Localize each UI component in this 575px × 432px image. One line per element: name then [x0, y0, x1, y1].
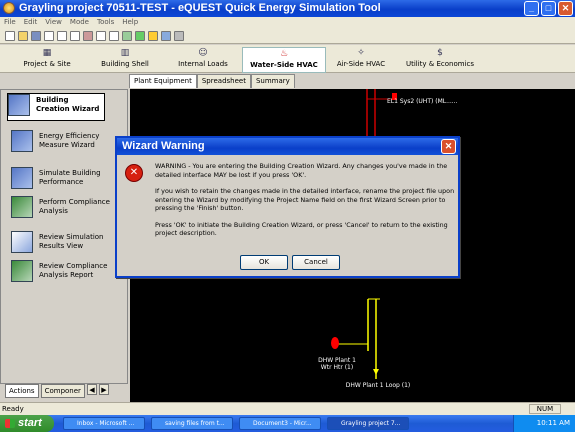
compliance-icon	[11, 196, 33, 218]
run-icon[interactable]	[148, 30, 158, 41]
task-inbox[interactable]: Inbox - Microsoft ...	[63, 417, 145, 430]
retain-changes-text: If you wish to retain the changes made i…	[155, 187, 455, 212]
dhw-loop-label: DHW Plant 1 Loop (1)	[345, 382, 411, 389]
left-panel-header	[0, 73, 128, 89]
actions-panel: Building Creation Wizard Energy Efficien…	[0, 89, 128, 384]
close-button[interactable]: ✕	[558, 1, 573, 16]
menu-view[interactable]: View	[45, 17, 62, 28]
tab-actions[interactable]: Actions	[5, 384, 39, 398]
undo-icon[interactable]	[96, 30, 106, 41]
menu-file[interactable]: File	[4, 17, 16, 28]
window-title: Grayling project 70511-TEST - eQUEST Qui…	[19, 2, 381, 14]
dialog-message: WARNING - You are entering the Building …	[155, 162, 455, 246]
tab-components[interactable]: Componer	[40, 384, 85, 398]
task-grayling-project[interactable]: Grayling project 7...	[327, 417, 409, 430]
wizard-warning-dialog: Wizard Warning ✕ ✕ WARNING - You are ent…	[115, 136, 460, 278]
task-document3[interactable]: Document3 - Micr...	[239, 417, 321, 430]
status-bar: Ready NUM	[0, 402, 575, 415]
title-bar: Grayling project 70511-TEST - eQUEST Qui…	[0, 0, 575, 17]
print-icon[interactable]	[44, 30, 54, 41]
menu-tools[interactable]: Tools	[97, 17, 114, 28]
tab-scroll-left-icon[interactable]: ◀	[86, 384, 97, 395]
dialog-title-bar: Wizard Warning ✕	[117, 138, 458, 155]
3d-view-icon[interactable]	[174, 30, 184, 41]
menu-mode[interactable]: Mode	[70, 17, 89, 28]
start-button[interactable]: start	[0, 415, 54, 432]
air-side-hvac-icon: ✧	[357, 48, 365, 58]
utility-economics-icon: $	[437, 48, 443, 58]
windows-taskbar: start Inbox - Microsoft ... saving files…	[0, 415, 575, 432]
copy-icon[interactable]	[70, 30, 80, 41]
action-building-creation-wizard[interactable]: Building Creation Wizard	[7, 93, 105, 121]
task-saving-files[interactable]: saving files from t...	[151, 417, 233, 430]
project-site-icon: ▦	[42, 48, 52, 58]
save-icon[interactable]	[31, 30, 41, 41]
menu-edit[interactable]: Edit	[24, 17, 38, 28]
dialog-title: Wizard Warning	[122, 140, 205, 152]
internal-loads-icon: ☺	[198, 48, 208, 58]
wizard-icon	[8, 94, 30, 116]
report-icon[interactable]	[161, 30, 171, 41]
action-compliance-analysis[interactable]: Perform Compliance Analysis	[11, 196, 123, 232]
menu-help[interactable]: Help	[122, 17, 138, 28]
water-heater-marker	[331, 337, 339, 349]
left-panel-tabs: Actions Componer ◀ ▶	[0, 384, 128, 398]
module-project-site[interactable]: ▦ Project & Site	[14, 47, 80, 73]
results-icon	[11, 231, 33, 253]
window-controls: _ □ ✕	[524, 1, 573, 16]
module-air-side-hvac[interactable]: ✧ Air-Side HVAC	[330, 47, 392, 73]
tab-summary[interactable]: Summary	[250, 74, 295, 88]
ok-button[interactable]: OK	[240, 255, 288, 270]
tab-plant-equipment[interactable]: Plant Equipment	[129, 74, 197, 88]
toolbar	[0, 28, 575, 44]
action-energy-efficiency-wizard[interactable]: Energy Efficiency Measure Wizard	[11, 130, 123, 166]
flow-arrow-icon	[373, 369, 379, 375]
module-water-side-hvac[interactable]: ♨ Water-Side HVAC	[242, 47, 326, 73]
compliance-report-icon	[11, 260, 33, 282]
simulate-icon	[11, 167, 33, 189]
module-utility-economics[interactable]: $ Utility & Economics	[402, 47, 478, 73]
paste-icon[interactable]	[83, 30, 93, 41]
equest-app-icon	[3, 2, 15, 14]
system-label: EL1 Sys2 (UHT) (ML......	[387, 98, 458, 105]
windows-logo-icon	[5, 419, 15, 428]
eem-wizard-icon	[11, 130, 33, 152]
dhw-plant-label: DHW Plant 1 Wtr Htr (1)	[318, 357, 356, 371]
num-lock-indicator: NUM	[529, 404, 561, 414]
open-icon[interactable]	[18, 30, 28, 41]
properties-icon[interactable]	[122, 30, 132, 41]
instructions-text: Press 'OK' to initiate the Building Crea…	[155, 220, 448, 238]
cut-icon[interactable]	[57, 30, 67, 41]
system-tray: 10:11 AM	[513, 415, 575, 432]
module-building-shell[interactable]: ▥ Building Shell	[94, 47, 156, 73]
check-icon[interactable]	[135, 30, 145, 41]
clock: 10:11 AM	[536, 419, 570, 427]
tab-spreadsheet[interactable]: Spreadsheet	[196, 74, 251, 88]
building-shell-icon: ▥	[120, 48, 130, 58]
maximize-button[interactable]: □	[541, 1, 556, 16]
view-tabs: Plant Equipment Spreadsheet Summary	[129, 74, 295, 88]
error-icon: ✕	[125, 164, 143, 182]
module-internal-loads[interactable]: ☺ Internal Loads	[172, 47, 234, 73]
menu-bar: File Edit View Mode Tools Help	[0, 17, 575, 28]
water-side-hvac-icon: ♨	[279, 49, 289, 59]
module-ribbon: ▦ Project & Site ▥ Building Shell ☺ Inte…	[0, 45, 575, 73]
minimize-button[interactable]: _	[524, 1, 539, 16]
warning-text: WARNING - You are entering the Building …	[155, 162, 448, 179]
tab-scroll-right-icon[interactable]: ▶	[98, 384, 109, 395]
cancel-button[interactable]: Cancel	[292, 255, 340, 270]
dialog-close-button[interactable]: ✕	[441, 139, 456, 154]
action-review-compliance[interactable]: Review Compliance Analysis Report	[11, 260, 123, 296]
new-icon[interactable]	[5, 30, 15, 41]
status-text: Ready	[2, 405, 24, 413]
equest-window: Grayling project 70511-TEST - eQUEST Qui…	[0, 0, 575, 432]
redo-icon[interactable]	[109, 30, 119, 41]
